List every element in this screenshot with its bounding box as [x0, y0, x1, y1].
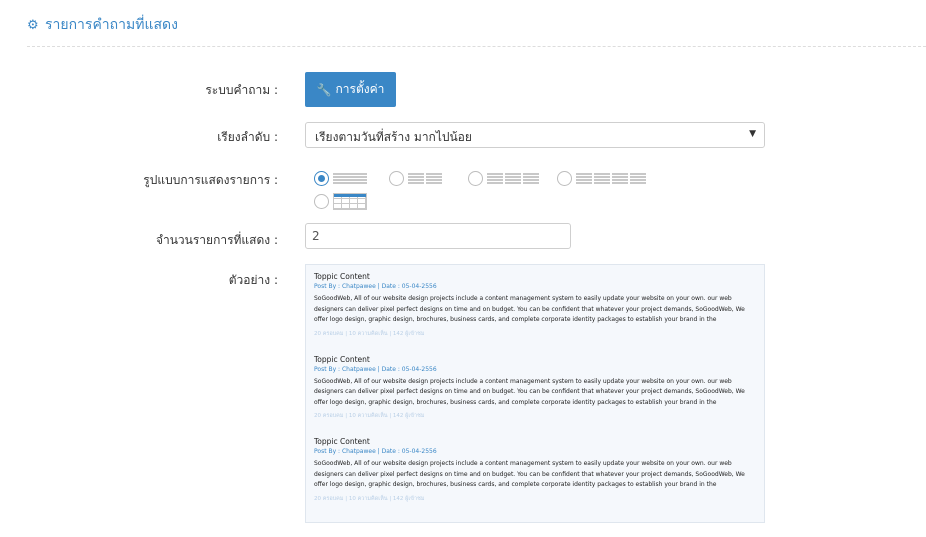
- preview-item: Toppic Content Post By : Chatpawee | Dat…: [314, 271, 756, 340]
- preview-item: Toppic Content Post By : Chatpawee | Dat…: [314, 436, 756, 505]
- preview-item-body: SoGoodWeb, All of our website design pro…: [314, 377, 745, 406]
- preview-item-footer: 20 ครอบคม | 10 ความคิดเห็น | 142 ผู้เข้า…: [314, 413, 425, 419]
- three-column-list-icon: [487, 172, 539, 185]
- question-system-label: ระบบคำถาม :: [205, 83, 278, 97]
- preview-item-footer: 20 ครอบคม | 10 ความคิดเห็น | 142 ผู้เข้า…: [314, 330, 425, 337]
- preview-item-meta: Post By : Chatpawee | Date : 05-04-2556: [314, 448, 437, 455]
- header-divider: [27, 46, 926, 47]
- preview-item-title: Toppic Content: [314, 437, 370, 446]
- display-format-label: รูปแบบการแสดงรายการ :: [143, 173, 278, 187]
- sort-select-value: เรียงตามวันที่สร้าง มากไปน้อย: [315, 130, 472, 144]
- preview-item-title: Toppic Content: [314, 272, 370, 281]
- settings-button[interactable]: 🔧 การตั้งค่า: [305, 72, 396, 107]
- format-option-1[interactable]: [314, 171, 367, 186]
- format-radio-4[interactable]: [557, 171, 572, 186]
- preview-item-meta: Post By : Chatpawee | Date : 05-04-2556: [314, 283, 437, 290]
- preview-item-body: SoGoodWeb, All of our website design pro…: [314, 460, 745, 488]
- sort-select[interactable]: เรียงตามวันที่สร้าง มากไปน้อย ▼: [305, 122, 765, 148]
- sort-label: เรียงลำดับ :: [217, 130, 278, 144]
- preview-item-body: SoGoodWeb, All of our website design pro…: [314, 295, 745, 323]
- format-option-2[interactable]: [389, 171, 442, 186]
- dropdown-arrow-icon: ▼: [749, 129, 756, 139]
- preview-item-meta: Post By : Chatpawee | Date : 05-04-2556: [314, 365, 437, 373]
- item-count-input[interactable]: [305, 223, 571, 249]
- format-radio-2[interactable]: [389, 171, 404, 186]
- format-option-5[interactable]: [314, 193, 367, 210]
- page-title: รายการคำถามที่แสดง: [45, 17, 178, 33]
- format-radio-3[interactable]: [468, 171, 483, 186]
- item-count-label: จำนวนรายการที่แสดง :: [155, 233, 278, 247]
- table-grid-icon: [333, 193, 367, 210]
- two-column-list-icon: [408, 172, 442, 185]
- page-header: ⚙ รายการคำถามที่แสดง: [27, 14, 178, 36]
- preview-item-title: Toppic Content: [314, 354, 370, 364]
- settings-button-label: การตั้งค่า: [335, 82, 385, 96]
- preview-item: Toppic Content Post By : Chatpawee | Dat…: [314, 354, 756, 423]
- format-option-3[interactable]: [468, 171, 539, 186]
- gear-icon: ⚙: [27, 17, 39, 33]
- format-radio-1[interactable]: [314, 171, 329, 186]
- one-column-list-icon: [333, 172, 367, 185]
- four-column-list-icon: [576, 172, 646, 185]
- format-radio-5[interactable]: [314, 194, 329, 209]
- wrench-icon: 🔧: [316, 82, 332, 97]
- example-label: ตัวอย่าง :: [228, 273, 278, 287]
- format-option-4[interactable]: [557, 171, 646, 186]
- preview-item-footer: 20 ครอบคม | 10 ความคิดเห็น | 142 ผู้เข้า…: [314, 495, 425, 502]
- example-preview: Toppic Content Post By : Chatpawee | Dat…: [305, 264, 765, 523]
